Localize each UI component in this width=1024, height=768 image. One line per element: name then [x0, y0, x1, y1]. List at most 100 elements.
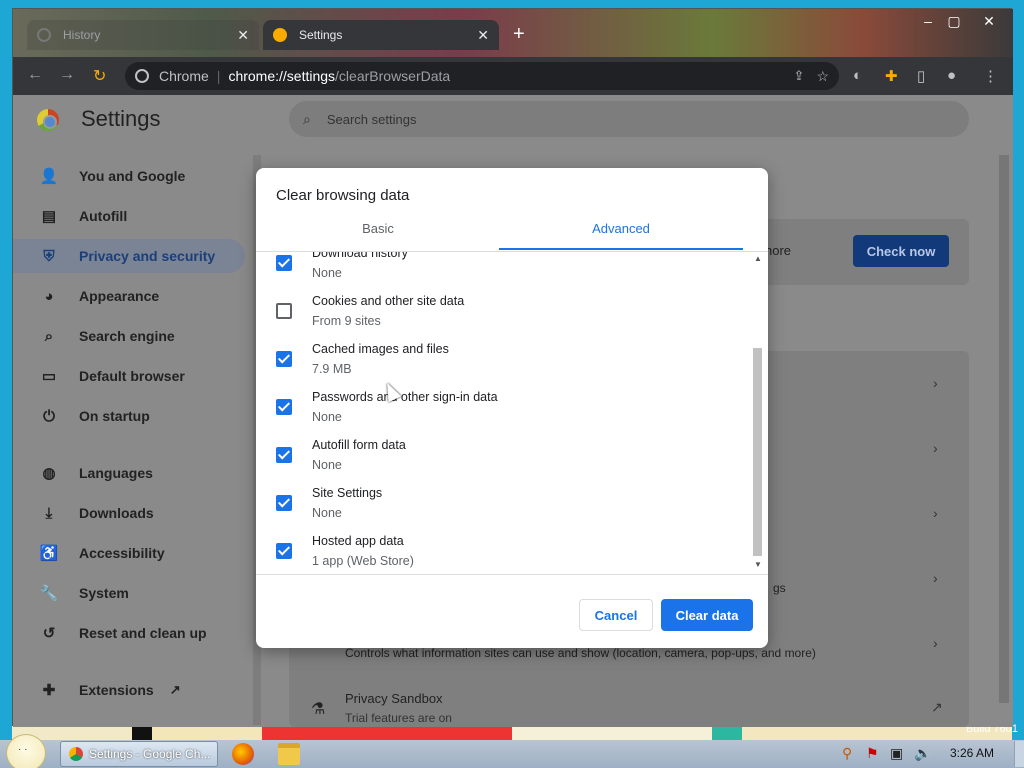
- checkbox[interactable]: [276, 303, 292, 319]
- checkbox[interactable]: [276, 399, 292, 415]
- item-subtitle: None: [312, 410, 342, 424]
- search-icon: ⌕: [303, 110, 311, 127]
- chevron-right-icon[interactable]: ›: [933, 570, 938, 586]
- sidebar-item-label: Appearance: [79, 288, 160, 304]
- tab-basic[interactable]: Basic: [256, 216, 500, 250]
- forward-icon[interactable]: →: [59, 66, 75, 84]
- search-icon: ⌕: [44, 327, 54, 345]
- chevron-right-icon[interactable]: ›: [933, 505, 938, 521]
- profile-flag-icon[interactable]: ◐: [853, 67, 862, 84]
- chrome-site-icon: [135, 69, 149, 83]
- tab-settings[interactable]: Settings ✕: [263, 20, 499, 50]
- search-input[interactable]: ⌕ Search settings: [289, 101, 969, 137]
- external-link-icon[interactable]: ↗: [931, 699, 943, 716]
- title-bar: History ✕ Settings ✕ + – ▢ ✕: [13, 9, 1013, 57]
- address-bar[interactable]: Chrome | chrome://settings /clearBrowser…: [125, 62, 839, 90]
- list-item[interactable]: Hosted app data 1 app (Web Store): [256, 534, 750, 574]
- avatar[interactable]: ●: [947, 67, 956, 84]
- new-tab-button[interactable]: +: [513, 23, 525, 46]
- item-subtitle: 1 app (Web Store): [312, 554, 414, 568]
- firefox-icon[interactable]: [232, 743, 254, 765]
- chevron-right-icon[interactable]: ›: [933, 375, 938, 391]
- sidebar-item-system[interactable]: 🔧 System: [13, 576, 245, 610]
- close-icon[interactable]: ✕: [477, 27, 489, 44]
- close-window-button[interactable]: ✕: [978, 13, 1000, 30]
- share-icon[interactable]: ⇪: [794, 68, 805, 84]
- shield-icon: ⛨: [43, 247, 55, 265]
- checkbox[interactable]: [276, 543, 292, 559]
- item-title: Hosted app data: [312, 534, 404, 548]
- list-item[interactable]: Autofill form data None: [256, 438, 750, 486]
- sidebar-item-privacy[interactable]: ⛨ Privacy and security: [13, 239, 245, 273]
- sidebar-item-downloads[interactable]: ⤓ Downloads: [13, 496, 245, 530]
- sidebar-item-default-browser[interactable]: ▭ Default browser: [13, 359, 245, 393]
- history-icon: [37, 28, 51, 42]
- tab-advanced[interactable]: Advanced: [499, 216, 743, 250]
- clear-data-button[interactable]: Clear data: [661, 599, 753, 631]
- sidebar-item-you-and-google[interactable]: 👤 You and Google: [13, 159, 245, 193]
- search-placeholder: Search settings: [326, 111, 417, 127]
- list-item[interactable]: Download history None: [256, 252, 750, 294]
- minimize-button[interactable]: –: [917, 13, 939, 29]
- sidebar-item-search-engine[interactable]: ⌕ Search engine: [13, 319, 245, 353]
- item-title: Cookies and other site data: [312, 294, 465, 308]
- close-icon[interactable]: ✕: [237, 27, 249, 44]
- chrome-logo-icon: [37, 109, 59, 131]
- checkbox[interactable]: [276, 447, 292, 463]
- palette-icon: ◕: [44, 287, 54, 305]
- volume-icon[interactable]: 🔊: [914, 745, 931, 762]
- search-tray-icon[interactable]: ⚲: [842, 745, 852, 762]
- wrench-icon: 🔧: [39, 585, 59, 602]
- sidebar-item-reset[interactable]: ↺ Reset and clean up: [13, 616, 245, 650]
- checkbox[interactable]: [276, 495, 292, 511]
- side-panel-icon[interactable]: ▯: [917, 67, 925, 85]
- history-icon: ↺: [42, 625, 56, 642]
- show-desktop-button[interactable]: [1014, 741, 1024, 767]
- scroll-up-icon[interactable]: ▲: [754, 254, 762, 263]
- privacy-sandbox-title[interactable]: Privacy Sandbox: [345, 691, 443, 706]
- sidebar-item-autofill[interactable]: ▤ Autofill: [13, 199, 245, 233]
- tab-history[interactable]: History ✕: [27, 20, 259, 50]
- list-item[interactable]: Cookies and other site data From 9 sites: [256, 294, 750, 342]
- check-now-button[interactable]: Check now: [853, 235, 949, 267]
- sidebar-item-appearance[interactable]: ◕ Appearance: [13, 279, 245, 313]
- list-item[interactable]: Passwords and other sign-in data None: [256, 390, 750, 438]
- list-item[interactable]: Cached images and files 7.9 MB: [256, 342, 750, 390]
- list-item[interactable]: Site Settings None: [256, 486, 750, 534]
- folder-icon[interactable]: [278, 743, 300, 765]
- taskbar-chrome-window[interactable]: Settings - Google Ch...: [60, 741, 218, 767]
- sidebar-item-label: You and Google: [79, 168, 186, 184]
- clock[interactable]: 3:26 AM: [950, 746, 994, 760]
- maximize-button[interactable]: ▢: [943, 13, 965, 30]
- action-center-icon[interactable]: ⚑: [866, 745, 879, 762]
- back-icon[interactable]: ←: [27, 66, 43, 84]
- clear-browsing-data-dialog: Clear browsing data Basic Advanced Downl…: [256, 168, 768, 648]
- chevron-right-icon[interactable]: ›: [933, 440, 938, 456]
- browser-icon: ▭: [41, 368, 57, 385]
- main-scrollbar[interactable]: [999, 155, 1009, 703]
- sidebar-item-label: Default browser: [79, 368, 185, 384]
- extensions-puzzle-icon[interactable]: ✚: [885, 67, 898, 85]
- dialog-scrollbar[interactable]: ▲ ▼: [752, 252, 764, 574]
- cancel-button[interactable]: Cancel: [579, 599, 653, 631]
- start-button[interactable]: [6, 734, 46, 768]
- sidebar-item-accessibility[interactable]: ♿ Accessibility: [13, 536, 245, 570]
- bookmark-star-icon[interactable]: ☆: [816, 68, 829, 85]
- checkbox[interactable]: [276, 351, 292, 367]
- tab-label: Settings: [299, 28, 343, 42]
- scrollbar-thumb[interactable]: [753, 348, 762, 556]
- chevron-right-icon[interactable]: ›: [933, 635, 938, 651]
- item-title: Download history: [312, 252, 408, 260]
- sidebar-item-languages[interactable]: ◍ Languages: [13, 456, 245, 490]
- checkbox[interactable]: [276, 255, 292, 271]
- scroll-down-icon[interactable]: ▼: [754, 560, 762, 569]
- menu-icon[interactable]: ⋮: [983, 67, 998, 85]
- flask-icon: ⚗: [311, 701, 326, 718]
- sidebar-item-extensions[interactable]: ✚ Extensions ↗: [13, 673, 245, 707]
- network-icon[interactable]: ▣: [890, 745, 903, 762]
- sidebar-item-label: On startup: [79, 408, 150, 424]
- reload-icon[interactable]: ↻: [93, 66, 106, 86]
- page-title: Settings: [81, 106, 161, 131]
- sidebar-item-on-startup[interactable]: ⏻ On startup: [13, 399, 245, 433]
- data-type-list: Download history None Cookies and other …: [256, 252, 768, 574]
